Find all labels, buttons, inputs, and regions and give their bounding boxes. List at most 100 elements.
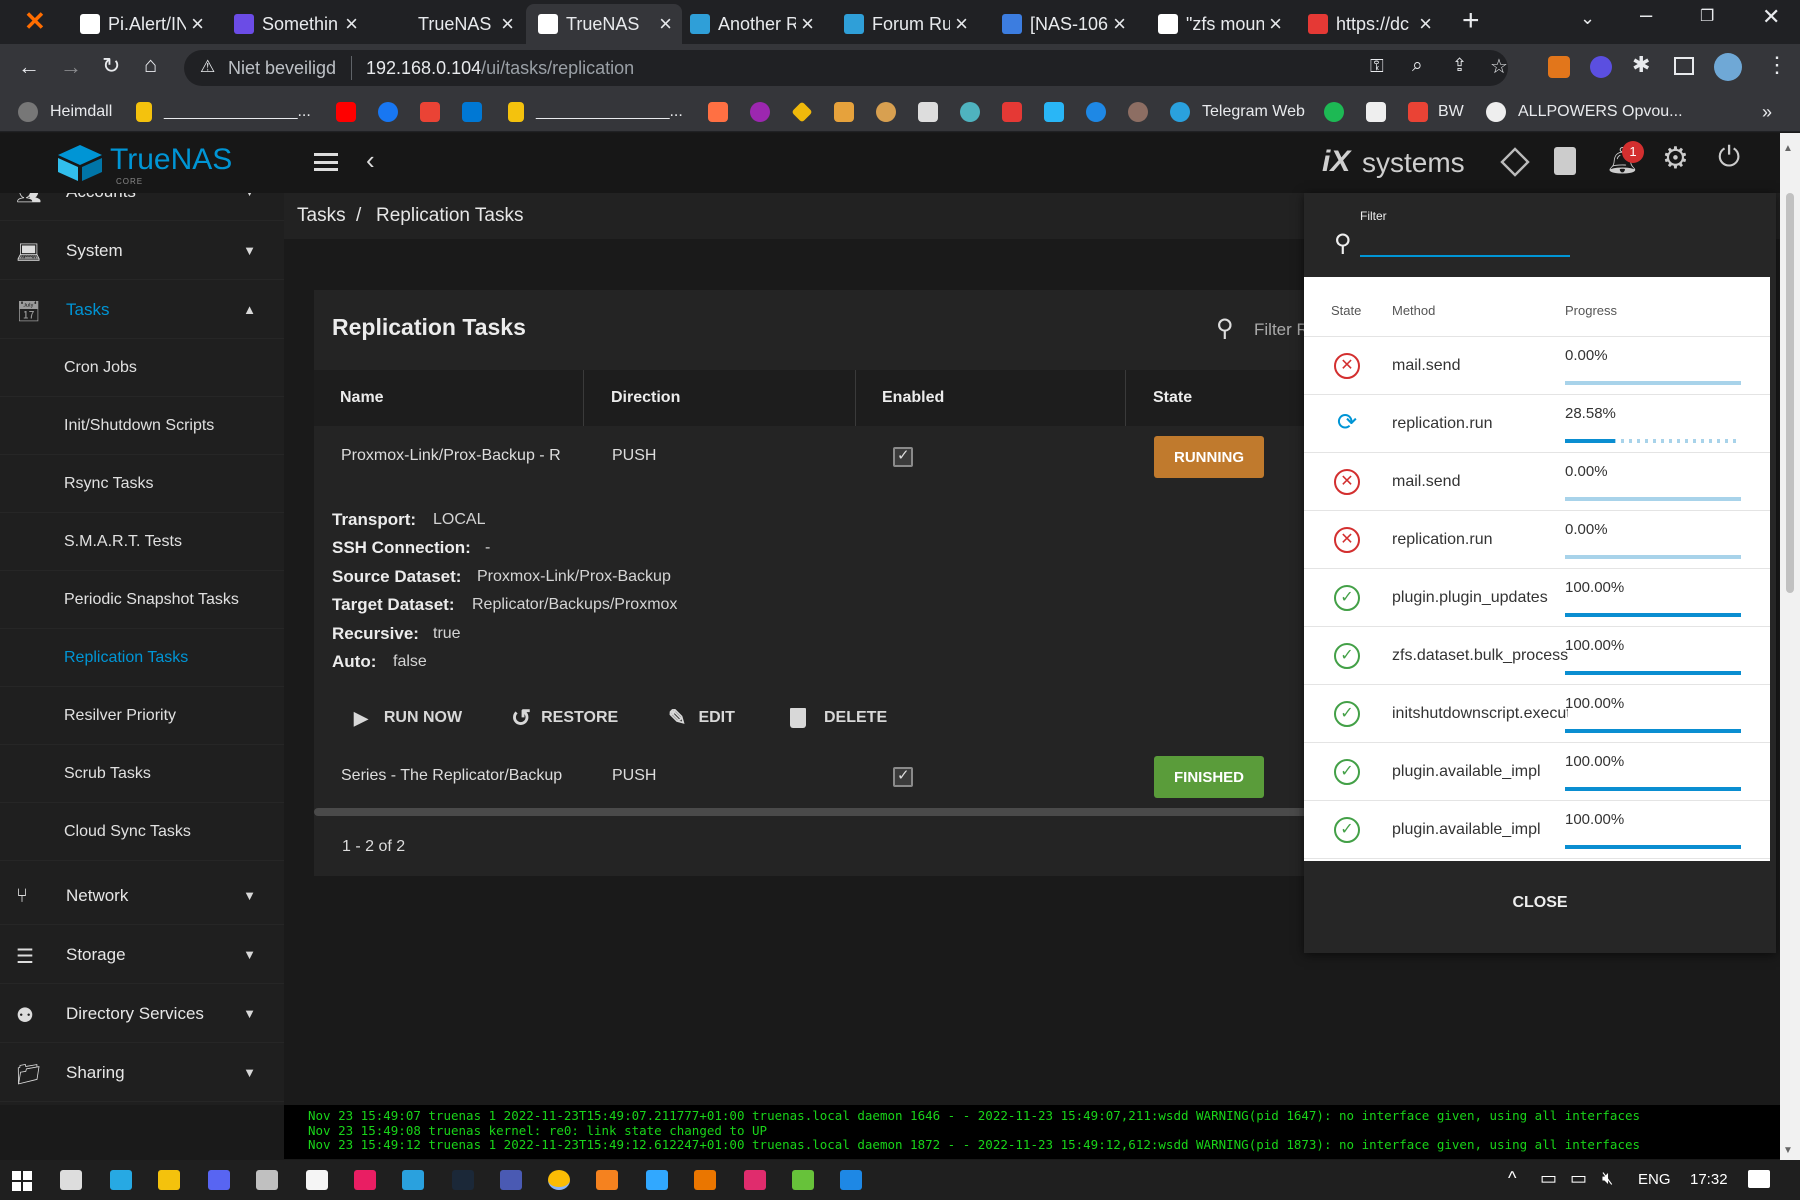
bookmark-ext-3[interactable] [834, 100, 854, 124]
sidebar-item-sharing[interactable]: 📁︎ Sharing ▼ [0, 1044, 284, 1102]
task-row[interactable]: ✕ mail.send 0.00% [1304, 453, 1770, 511]
windows-start-icon[interactable] [12, 1171, 32, 1191]
sidebar-subitem-cloud-sync-tasks[interactable]: Cloud Sync Tasks [0, 803, 284, 861]
bookmark-allpowers[interactable]: ALLPOWERS Opvou... [1486, 100, 1683, 124]
sidebar-item-tasks[interactable]: 📅︎ Tasks ▲ [0, 281, 284, 339]
bookmark-ext-10[interactable] [1128, 100, 1148, 124]
bookmark-ext-6[interactable] [960, 100, 980, 124]
row-enabled-checkbox[interactable]: ✓ [893, 767, 913, 787]
app-icon[interactable] [744, 1170, 766, 1190]
app-icon[interactable] [840, 1170, 862, 1190]
photoshop-icon[interactable] [646, 1170, 668, 1190]
sidebar-item-accounts[interactable]: 👥︎ Accounts ▼ [0, 193, 284, 221]
bookmark-star-icon[interactable]: ☆ [1490, 54, 1508, 79]
task-row[interactable]: ⟳ replication.run 28.58% [1304, 395, 1770, 453]
tab-close-icon[interactable]: × [1113, 11, 1126, 37]
sidebar-subitem-resilver-priority[interactable]: Resilver Priority [0, 687, 284, 745]
settings-gear-icon[interactable]: ⚙ [1662, 141, 1689, 176]
sidebar-subitem-rsync-tasks[interactable]: Rsync Tasks [0, 455, 284, 513]
sidebar-item-system[interactable]: 💻︎ System ▼ [0, 222, 284, 280]
bookmark-outlook[interactable] [462, 100, 482, 124]
bookmark-ext-2[interactable] [750, 100, 770, 124]
truecommand-icon[interactable] [1500, 147, 1530, 177]
tab-close-icon[interactable]: × [955, 11, 968, 37]
app-icon[interactable] [792, 1170, 814, 1190]
app-icon[interactable] [256, 1170, 278, 1190]
notifications-icon[interactable] [1748, 1170, 1770, 1188]
bookmark-ext-7[interactable] [1002, 100, 1022, 124]
tab-app-icon[interactable]: ✕ [24, 8, 50, 34]
bookmark-facebook[interactable] [378, 100, 398, 124]
browser-tab[interactable]: Forum Ru × [832, 4, 978, 44]
bookmark-gmail[interactable] [420, 100, 440, 124]
file-explorer-icon[interactable] [158, 1170, 180, 1190]
power-icon[interactable]: ⏻ [1718, 141, 1740, 174]
minimize-button[interactable]: – [1640, 2, 1652, 28]
edit-button[interactable]: ✎ EDIT [668, 700, 735, 736]
bookmark-binance[interactable] [791, 100, 813, 124]
bookmark-bw[interactable]: BW [1408, 100, 1464, 124]
sidebar-subitem-s-m-a-r-t-tests[interactable]: S.M.A.R.T. Tests [0, 513, 284, 571]
sidebar-item-storage[interactable]: ☰ Storage ▼ [0, 926, 284, 984]
sidebar-subitem-periodic-snapshot-tasks[interactable]: Periodic Snapshot Tasks [0, 571, 284, 629]
tray-chevron-icon[interactable]: ^ [1508, 1168, 1516, 1189]
row-state-badge[interactable]: FINISHED [1154, 756, 1264, 798]
sidebar-subitem-init-shutdown-scripts[interactable]: Init/Shutdown Scripts [0, 397, 284, 455]
key-icon[interactable]: ⚿ [1370, 56, 1384, 77]
horizontal-scrollbar[interactable] [314, 808, 1314, 816]
column-header-direction[interactable]: Direction [611, 370, 680, 426]
steam-icon[interactable] [452, 1170, 474, 1190]
notepad-icon[interactable] [306, 1170, 328, 1190]
delete-button[interactable]: DELETE [790, 700, 887, 736]
bookmark-ext-4[interactable] [876, 100, 896, 124]
reload-icon[interactable]: ↻ [102, 53, 120, 79]
browser-tab[interactable]: [NAS-106 × [990, 4, 1136, 44]
tab-close-icon[interactable]: × [191, 11, 204, 37]
sidebar-subitem-cron-jobs[interactable]: Cron Jobs [0, 339, 284, 397]
window-close-button[interactable]: ✕ [1762, 4, 1780, 30]
sidebar-subitem-scrub-tasks[interactable]: Scrub Tasks [0, 745, 284, 803]
bookmark-youtube[interactable] [336, 100, 356, 124]
forward-icon[interactable]: → [60, 54, 82, 80]
bookmark-folder-2[interactable]: _______________... [508, 100, 683, 124]
sidebar-item-directory-services[interactable]: ⚉ Directory Services ▼ [0, 985, 284, 1043]
restore-button[interactable]: ❐ [1700, 6, 1714, 26]
browser-tab[interactable]: Pi.Alert/IN × [68, 4, 214, 44]
task-view-icon[interactable] [60, 1170, 82, 1190]
extension-icon[interactable] [1590, 56, 1612, 78]
blender-icon[interactable] [694, 1170, 716, 1190]
task-row[interactable]: ✓ zfs.dataset.bulk_process 100.00% [1304, 627, 1770, 685]
metamask-icon[interactable] [1548, 56, 1570, 78]
task-row[interactable]: ✓ initshutdownscript.execute 100.00% [1304, 685, 1770, 743]
telegram-icon[interactable] [402, 1170, 424, 1190]
panel-close-button[interactable]: CLOSE [1304, 883, 1776, 923]
browser-tab[interactable]: https://dc × [1296, 4, 1442, 44]
volume-muted-icon[interactable]: 🔇︎ [1602, 1168, 1613, 1189]
bookmark-ext-5[interactable] [918, 100, 938, 124]
sidebar-item-network[interactable]: ⑂ Network ▼ [0, 867, 284, 925]
clock[interactable]: 17:32 [1690, 1171, 1728, 1188]
panel-filter-input[interactable] [1360, 233, 1570, 257]
cortana-icon[interactable] [110, 1170, 132, 1190]
bookmarks-overflow-icon[interactable]: » [1762, 100, 1772, 124]
task-row[interactable]: ✓ plugin.available_impl 100.00% [1304, 801, 1770, 859]
tab-close-icon[interactable]: × [1269, 11, 1282, 37]
task-row[interactable]: ✕ mail.send 0.00% [1304, 337, 1770, 395]
chrome-icon[interactable] [548, 1170, 570, 1190]
tab-close-icon[interactable]: × [501, 11, 514, 37]
column-header-name[interactable]: Name [340, 370, 384, 426]
app-icon[interactable] [596, 1170, 618, 1190]
tab-close-icon[interactable]: × [659, 11, 672, 37]
task-manager-icon[interactable] [1554, 147, 1576, 175]
table-filter-input[interactable]: Filter R [1254, 320, 1309, 340]
display-icon[interactable]: ▭ [1570, 1168, 1587, 1189]
breadcrumb-root[interactable]: Tasks [297, 205, 346, 227]
network-icon[interactable]: ▭ [1540, 1168, 1557, 1189]
task-row[interactable]: ✓ plugin.available_impl 100.00% [1304, 743, 1770, 801]
column-header-enabled[interactable]: Enabled [882, 370, 944, 426]
task-row[interactable]: ✓ plugin.plugin_updates 100.00% [1304, 569, 1770, 627]
back-icon[interactable]: ← [18, 54, 40, 80]
table-search-icon[interactable]: ⚲ [1216, 314, 1234, 343]
browser-tab[interactable]: Another R × [678, 4, 824, 44]
browser-tab[interactable]: Somethin × [222, 4, 368, 44]
